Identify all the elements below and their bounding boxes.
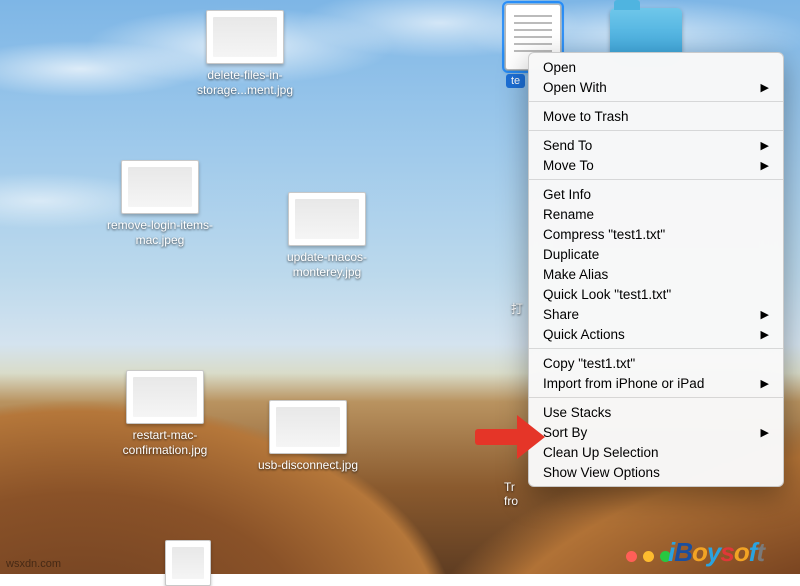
menu-item-compress-test1-txt[interactable]: Compress "test1.txt" bbox=[529, 224, 783, 244]
menu-item-duplicate[interactable]: Duplicate bbox=[529, 244, 783, 264]
menu-item-open[interactable]: Open bbox=[529, 57, 783, 77]
context-menu: OpenOpen With▶Move to TrashSend To▶Move … bbox=[528, 52, 784, 487]
menu-item-label: Copy "test1.txt" bbox=[543, 356, 635, 371]
menu-separator bbox=[529, 397, 783, 398]
menu-item-clean-up-selection[interactable]: Clean Up Selection bbox=[529, 442, 783, 462]
callout-arrow bbox=[475, 415, 545, 459]
menu-item-label: Quick Look "test1.txt" bbox=[543, 287, 671, 302]
menu-item-rename[interactable]: Rename bbox=[529, 204, 783, 224]
menu-item-label: Use Stacks bbox=[543, 405, 611, 420]
file-label-selected: te bbox=[506, 74, 525, 88]
submenu-arrow-icon: ▶ bbox=[761, 426, 769, 439]
menu-separator bbox=[529, 101, 783, 102]
file-label: delete-files-in-storage...ment.jpg bbox=[180, 68, 310, 98]
menu-item-label: Get Info bbox=[543, 187, 591, 202]
minimize-dot[interactable] bbox=[643, 551, 654, 562]
desktop-file-1[interactable]: remove-login-items-mac.jpeg bbox=[95, 160, 225, 248]
menu-item-label: Show View Options bbox=[543, 465, 660, 480]
menu-separator bbox=[529, 179, 783, 180]
menu-item-label: Move To bbox=[543, 158, 594, 173]
menu-item-copy-test1-txt[interactable]: Copy "test1.txt" bbox=[529, 353, 783, 373]
desktop-file-5[interactable] bbox=[123, 540, 253, 586]
menu-item-move-to[interactable]: Move To ▶ bbox=[529, 155, 783, 175]
file-thumbnail bbox=[206, 10, 284, 64]
menu-item-share[interactable]: Share ▶ bbox=[529, 304, 783, 324]
file-label: restart-mac-confirmation.jpg bbox=[100, 428, 230, 458]
submenu-arrow-icon: ▶ bbox=[761, 139, 769, 152]
desktop-file-0[interactable]: delete-files-in-storage...ment.jpg bbox=[180, 10, 310, 98]
menu-item-move-to-trash[interactable]: Move to Trash bbox=[529, 106, 783, 126]
submenu-arrow-icon: ▶ bbox=[761, 377, 769, 390]
submenu-arrow-icon: ▶ bbox=[761, 308, 769, 321]
window-traffic-lights bbox=[626, 551, 671, 562]
desktop-file-3[interactable]: restart-mac-confirmation.jpg bbox=[100, 370, 230, 458]
menu-item-get-info[interactable]: Get Info bbox=[529, 184, 783, 204]
menu-item-label: Share bbox=[543, 307, 579, 322]
menu-item-quick-look-test1-txt[interactable]: Quick Look "test1.txt" bbox=[529, 284, 783, 304]
menu-item-label: Open bbox=[543, 60, 576, 75]
file-thumbnail bbox=[126, 370, 204, 424]
menu-item-label: Rename bbox=[543, 207, 594, 222]
menu-item-label: Send To bbox=[543, 138, 592, 153]
partial-trash-label: Tr fro bbox=[504, 480, 518, 508]
menu-item-send-to[interactable]: Send To ▶ bbox=[529, 135, 783, 155]
partial-label: 打 bbox=[511, 300, 523, 317]
menu-item-label: Import from iPhone or iPad bbox=[543, 376, 704, 391]
menu-item-make-alias[interactable]: Make Alias bbox=[529, 264, 783, 284]
menu-item-sort-by[interactable]: Sort By ▶ bbox=[529, 422, 783, 442]
menu-item-label: Make Alias bbox=[543, 267, 608, 282]
file-thumbnail bbox=[288, 192, 366, 246]
desktop-file-2[interactable]: update-macos-monterey.jpg bbox=[262, 192, 392, 280]
menu-item-label: Sort By bbox=[543, 425, 587, 440]
watermark-text: wsxdn.com bbox=[6, 558, 61, 570]
submenu-arrow-icon: ▶ bbox=[761, 81, 769, 94]
close-dot[interactable] bbox=[626, 551, 637, 562]
submenu-arrow-icon: ▶ bbox=[761, 328, 769, 341]
menu-item-show-view-options[interactable]: Show View Options bbox=[529, 462, 783, 482]
menu-item-label: Duplicate bbox=[543, 247, 599, 262]
file-label: usb-disconnect.jpg bbox=[258, 458, 358, 473]
file-thumbnail bbox=[165, 540, 211, 586]
file-thumbnail bbox=[121, 160, 199, 214]
menu-item-label: Quick Actions bbox=[543, 327, 625, 342]
menu-item-quick-actions[interactable]: Quick Actions ▶ bbox=[529, 324, 783, 344]
menu-separator bbox=[529, 130, 783, 131]
file-thumbnail bbox=[269, 400, 347, 454]
menu-item-label: Compress "test1.txt" bbox=[543, 227, 665, 242]
menu-item-label: Move to Trash bbox=[543, 109, 629, 124]
brand-logo: iBoysoft bbox=[668, 537, 764, 568]
file-label: update-macos-monterey.jpg bbox=[262, 250, 392, 280]
menu-item-open-with[interactable]: Open With ▶ bbox=[529, 77, 783, 97]
menu-separator bbox=[529, 348, 783, 349]
menu-item-label: Clean Up Selection bbox=[543, 445, 659, 460]
submenu-arrow-icon: ▶ bbox=[761, 159, 769, 172]
file-label: remove-login-items-mac.jpeg bbox=[95, 218, 225, 248]
menu-item-import-from-iphone-or-ipad[interactable]: Import from iPhone or iPad ▶ bbox=[529, 373, 783, 393]
menu-item-use-stacks[interactable]: Use Stacks bbox=[529, 402, 783, 422]
menu-item-label: Open With bbox=[543, 80, 607, 95]
desktop-file-4[interactable]: usb-disconnect.jpg bbox=[243, 400, 373, 473]
